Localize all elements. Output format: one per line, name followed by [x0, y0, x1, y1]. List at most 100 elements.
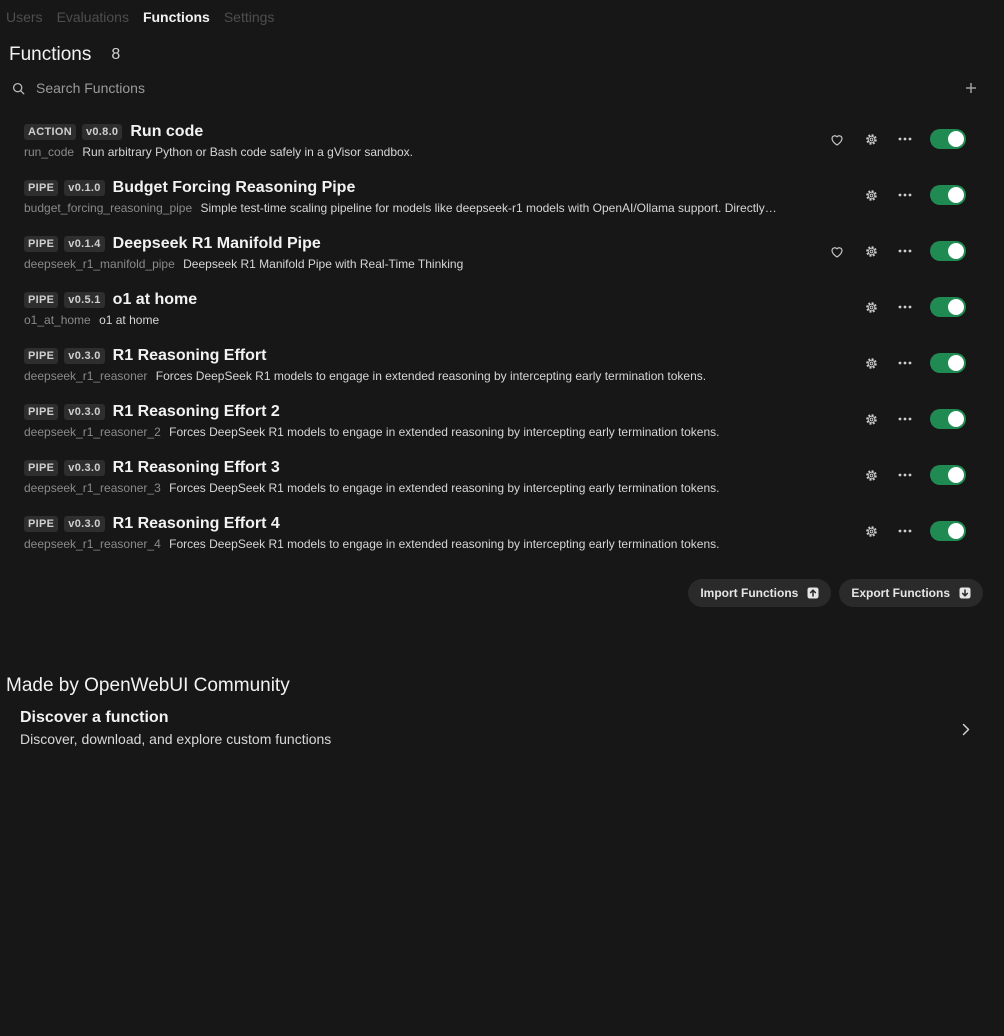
function-row[interactable]: PIPE v0.3.0 R1 Reasoning Effort 4 deepse… [0, 510, 1004, 566]
more-options-button[interactable] [888, 352, 922, 374]
settings-button[interactable] [854, 128, 888, 150]
ellipsis-icon [898, 249, 912, 253]
function-name: o1 at home [112, 291, 198, 308]
function-id: budget_forcing_reasoning_pipe [24, 201, 193, 215]
favorite-placeholder [820, 296, 854, 318]
discover-function-link[interactable]: Discover a function Discover, download, … [20, 709, 970, 755]
function-description: Forces DeepSeek R1 models to engage in e… [155, 369, 707, 383]
function-info[interactable]: PIPE v0.1.4 Deepseek R1 Manifold Pipe de… [24, 234, 834, 271]
tab-evaluations[interactable]: Evaluations [57, 9, 129, 25]
chevron-right-icon [962, 723, 970, 736]
favorite-button[interactable] [820, 240, 854, 262]
ellipsis-icon [898, 473, 912, 477]
ellipsis-icon [898, 305, 912, 309]
more-options-button[interactable] [888, 296, 922, 318]
functions-count: 8 [111, 46, 121, 63]
settings-button[interactable] [854, 520, 888, 542]
function-id: run_code [24, 145, 75, 159]
more-options-button[interactable] [888, 464, 922, 486]
function-row[interactable]: PIPE v0.1.4 Deepseek R1 Manifold Pipe de… [0, 230, 1004, 286]
enable-toggle[interactable] [930, 297, 966, 317]
download-icon [959, 587, 971, 599]
admin-tabs: Users Evaluations Functions Settings [6, 9, 274, 25]
ellipsis-icon [898, 193, 912, 197]
type-badge: PIPE [24, 460, 59, 476]
upload-icon [807, 587, 819, 599]
settings-button[interactable] [854, 408, 888, 430]
plus-icon [966, 83, 976, 93]
import-functions-button[interactable]: Import Functions [688, 579, 832, 607]
function-info[interactable]: ACTION v0.8.0 Run code run_code Run arbi… [24, 122, 834, 159]
version-badge: v0.1.0 [64, 180, 105, 196]
page-title: Functions [9, 44, 92, 65]
function-description: Simple test-time scaling pipeline for mo… [200, 201, 777, 215]
enable-toggle[interactable] [930, 521, 966, 541]
function-description: Forces DeepSeek R1 models to engage in e… [169, 537, 720, 551]
function-info[interactable]: PIPE v0.5.1 o1 at home o1_at_home o1 at … [24, 290, 834, 327]
function-id: deepseek_r1_manifold_pipe [24, 257, 175, 271]
version-badge: v0.3.0 [64, 516, 105, 532]
function-row[interactable]: ACTION v0.8.0 Run code run_code Run arbi… [0, 118, 1004, 174]
function-row[interactable]: PIPE v0.3.0 R1 Reasoning Effort 3 deepse… [0, 454, 1004, 510]
type-badge: PIPE [24, 292, 59, 308]
tab-settings[interactable]: Settings [224, 9, 275, 25]
more-options-button[interactable] [888, 240, 922, 262]
function-description: Forces DeepSeek R1 models to engage in e… [169, 425, 720, 439]
more-options-button[interactable] [888, 520, 922, 542]
function-info[interactable]: PIPE v0.3.0 R1 Reasoning Effort 2 deepse… [24, 402, 834, 439]
tab-users[interactable]: Users [6, 9, 43, 25]
function-name: R1 Reasoning Effort 4 [112, 515, 280, 532]
version-badge: v0.3.0 [64, 404, 105, 420]
favorite-placeholder [820, 184, 854, 206]
more-options-button[interactable] [888, 184, 922, 206]
function-name: Budget Forcing Reasoning Pipe [112, 179, 356, 196]
function-name: R1 Reasoning Effort 3 [112, 459, 280, 476]
discover-title: Discover a function [20, 709, 169, 726]
function-info[interactable]: PIPE v0.3.0 R1 Reasoning Effort deepseek… [24, 346, 834, 383]
function-name: R1 Reasoning Effort [112, 347, 267, 364]
favorite-button[interactable] [820, 128, 854, 150]
gear-icon [865, 133, 877, 145]
function-description: o1 at home [99, 313, 160, 327]
version-badge: v0.5.1 [64, 292, 105, 308]
function-info[interactable]: PIPE v0.1.0 Budget Forcing Reasoning Pip… [24, 178, 834, 215]
enable-toggle[interactable] [930, 465, 966, 485]
discover-subtitle: Discover, download, and explore custom f… [20, 731, 332, 747]
function-info[interactable]: PIPE v0.3.0 R1 Reasoning Effort 3 deepse… [24, 458, 834, 495]
gear-icon [865, 189, 877, 201]
function-id: deepseek_r1_reasoner [24, 369, 148, 383]
search-input[interactable] [36, 80, 962, 96]
favorite-placeholder [820, 464, 854, 486]
settings-button[interactable] [854, 352, 888, 374]
gear-icon [865, 525, 877, 537]
function-id: o1_at_home [24, 313, 91, 327]
function-row[interactable]: PIPE v0.3.0 R1 Reasoning Effort 2 deepse… [0, 398, 1004, 454]
settings-button[interactable] [854, 240, 888, 262]
type-badge: PIPE [24, 404, 59, 420]
favorite-placeholder [820, 408, 854, 430]
ellipsis-icon [898, 529, 912, 533]
function-info[interactable]: PIPE v0.3.0 R1 Reasoning Effort 4 deepse… [24, 514, 834, 551]
community-section-title: Made by OpenWebUI Community [6, 675, 290, 696]
function-row[interactable]: PIPE v0.1.0 Budget Forcing Reasoning Pip… [0, 174, 1004, 230]
add-function-button[interactable] [962, 79, 980, 97]
type-badge: ACTION [24, 124, 76, 140]
enable-toggle[interactable] [930, 185, 966, 205]
enable-toggle[interactable] [930, 129, 966, 149]
settings-button[interactable] [854, 296, 888, 318]
heart-icon [831, 246, 843, 258]
enable-toggle[interactable] [930, 353, 966, 373]
type-badge: PIPE [24, 236, 59, 252]
function-row[interactable]: PIPE v0.3.0 R1 Reasoning Effort deepseek… [0, 342, 1004, 398]
enable-toggle[interactable] [930, 241, 966, 261]
more-options-button[interactable] [888, 128, 922, 150]
export-functions-button[interactable]: Export Functions [839, 579, 983, 607]
gear-icon [865, 413, 877, 425]
settings-button[interactable] [854, 464, 888, 486]
settings-button[interactable] [854, 184, 888, 206]
tab-functions[interactable]: Functions [143, 9, 210, 25]
more-options-button[interactable] [888, 408, 922, 430]
enable-toggle[interactable] [930, 409, 966, 429]
function-row[interactable]: PIPE v0.5.1 o1 at home o1_at_home o1 at … [0, 286, 1004, 342]
ellipsis-icon [898, 361, 912, 365]
